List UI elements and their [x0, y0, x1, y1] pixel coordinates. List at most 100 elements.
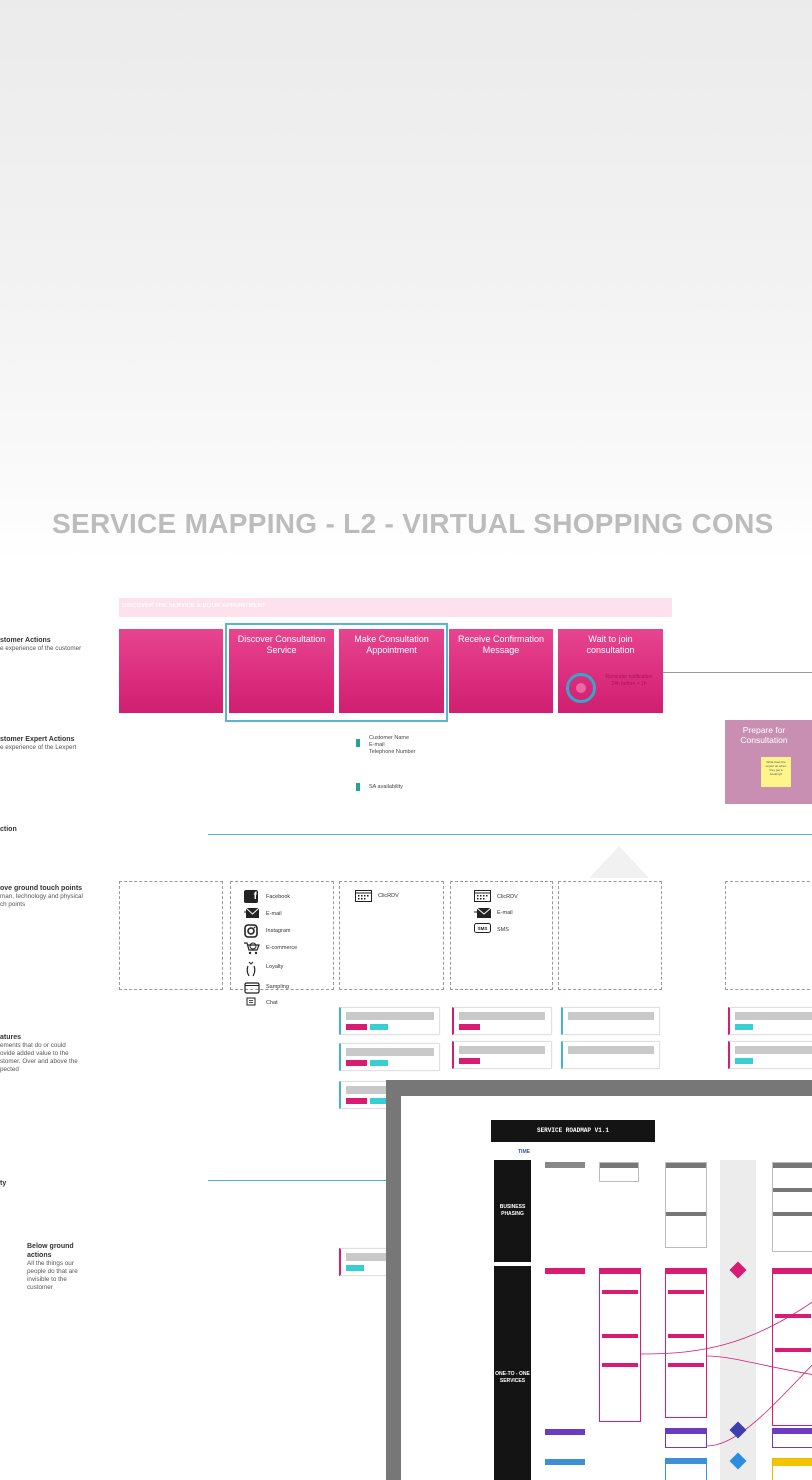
- lane-title: ction: [0, 826, 17, 833]
- feature-card[interactable]: [339, 1007, 440, 1035]
- touchpoint-item[interactable]: SMS SMS: [474, 922, 518, 937]
- feature-card[interactable]: [339, 1248, 389, 1276]
- touchpoint-label: E-mail: [266, 910, 282, 917]
- roadmap-canvas[interactable]: SERVICE ROADMAP V1.1 TIME BUSINESS PHASI…: [401, 1096, 812, 1480]
- lane-touchpoints: ove ground touch points man, technology …: [0, 884, 110, 909]
- lane-below-ground: Below ground actions All the things our …: [27, 1242, 97, 1292]
- svg-text:SMS: SMS: [478, 926, 488, 931]
- lane-title: Below ground actions: [27, 1243, 74, 1259]
- lane-title: stomer Expert Actions: [0, 736, 75, 743]
- touchpoint-label: SMS: [497, 926, 509, 933]
- loyalty-icon: [244, 961, 258, 976]
- touchpoint-label: ClicRDV: [378, 893, 399, 899]
- card-label: Prepare for Consultation: [740, 725, 788, 745]
- roadmap-tag: [545, 1429, 585, 1435]
- feature-card[interactable]: [452, 1041, 552, 1069]
- touchpoint-label: Loyalty: [266, 964, 284, 970]
- lane-title: atures: [0, 1034, 22, 1041]
- expert-action-card[interactable]: Prepare for Consultation What does the e…: [725, 720, 812, 804]
- lane-expert-actions: stomer Expert Actions e experience of th…: [0, 735, 110, 752]
- facebook-icon: f: [244, 890, 258, 903]
- feature-card[interactable]: [452, 1007, 552, 1035]
- touchpoint-label: Sampling: [266, 984, 289, 990]
- lane-title: ove ground touch points: [0, 885, 83, 892]
- roadmap-card[interactable]: [772, 1458, 812, 1480]
- touchpoint-label: ClicRDV: [497, 893, 518, 900]
- touchpoint-item[interactable]: ClicRDV: [474, 889, 518, 904]
- touchpoint-list: ClicRDV E-mail SMS SMS: [474, 889, 518, 937]
- lane-interaction: ction: [0, 825, 110, 834]
- calendar-icon: [355, 889, 373, 903]
- data-item: SA availability: [369, 784, 403, 790]
- sticky-note[interactable]: What does the expert do when they get a …: [761, 757, 791, 787]
- roadmap-tag: [545, 1459, 585, 1465]
- touchpoint-item[interactable]: Chat: [244, 996, 334, 1010]
- touchpoint-item[interactable]: ClicRDV: [355, 889, 399, 903]
- lane-description: e experience of the Lexpert: [0, 744, 77, 751]
- calendar-icon: [474, 890, 492, 903]
- data-icon: [356, 739, 360, 747]
- feature-card[interactable]: [339, 1043, 440, 1071]
- lane-title: ty: [0, 1180, 7, 1187]
- touchpoint-list: f Facebook E-mail Instagram E-commerce L…: [244, 888, 334, 1010]
- lane-description: All the things our people do that are in…: [27, 1260, 78, 1291]
- line-of-interaction: [208, 834, 812, 835]
- touchpoint-item[interactable]: Instagram: [244, 922, 334, 939]
- touchpoint-list: ClicRDV: [355, 889, 399, 903]
- sms-icon: SMS: [474, 923, 492, 936]
- chat-icon: [244, 997, 258, 1010]
- touchpoint-item[interactable]: Sampling: [244, 978, 334, 996]
- decorative-triangle: [589, 846, 649, 878]
- roadmap-card[interactable]: [665, 1458, 707, 1480]
- ecommerce-icon: [244, 941, 260, 955]
- reminder-note: Reminder notification 24h before + 1h: [605, 674, 653, 687]
- touchpoint-item[interactable]: E-mail: [244, 905, 334, 922]
- phase-label: DISCOVER THE SERVICE & BOOK APPOINTMENT: [122, 603, 266, 609]
- lane-description: e experience of the customer: [0, 645, 82, 652]
- roadmap-card[interactable]: [665, 1428, 707, 1448]
- data-item: E-mail: [369, 742, 385, 748]
- instagram-icon: [244, 924, 258, 938]
- refresh-icon: [566, 673, 596, 703]
- roadmap-card[interactable]: [772, 1428, 812, 1448]
- touchpoint-label: E-commerce: [266, 944, 298, 951]
- email-icon: [244, 907, 260, 920]
- sampling-icon: [244, 981, 260, 994]
- feature-card[interactable]: [728, 1007, 812, 1035]
- touchpoint-label: Instagram: [266, 927, 291, 934]
- roadmap-connectors: [640, 1301, 812, 1447]
- customer-action-card[interactable]: Receive Confirmation Message: [449, 629, 553, 713]
- selection-box[interactable]: [225, 623, 448, 722]
- page-title: SERVICE MAPPING - L2 - VIRTUAL SHOPPING …: [52, 508, 774, 539]
- touchpoint-box: [119, 881, 223, 990]
- touchpoint-box: [725, 881, 812, 990]
- feature-card[interactable]: [728, 1041, 812, 1069]
- touchpoint-item[interactable]: E-mail: [474, 904, 518, 922]
- line-of-visibility: [208, 1180, 388, 1181]
- customer-action-card[interactable]: [119, 629, 223, 713]
- touchpoint-label: E-mail: [497, 910, 513, 916]
- email-icon: [474, 907, 492, 920]
- touchpoint-box: [558, 881, 662, 990]
- lane-visibility: ty: [0, 1179, 110, 1188]
- lane-description: ements that do or could ovide added valu…: [0, 1042, 78, 1073]
- card-label: Wait to join consultation: [586, 634, 635, 655]
- feature-card[interactable]: [339, 1081, 389, 1109]
- data-icon: [356, 783, 360, 791]
- data-item: Customer Name: [369, 735, 410, 741]
- touchpoint-item[interactable]: E-commerce: [244, 939, 334, 956]
- touchpoint-label: Facebook: [266, 893, 291, 900]
- touchpoint-item[interactable]: f Facebook: [244, 888, 334, 905]
- timeline-connector: [663, 672, 812, 673]
- touchpoint-label: Chat: [266, 1000, 278, 1006]
- lane-features: atures ements that do or could ovide add…: [0, 1033, 110, 1074]
- data-item: Telephone Number: [369, 749, 416, 755]
- touchpoint-item[interactable]: Loyalty: [244, 956, 334, 978]
- feature-card[interactable]: [561, 1007, 660, 1035]
- feature-card[interactable]: [561, 1041, 660, 1069]
- lane-description: man, technology and physical ch points: [0, 893, 83, 908]
- lane-customer-actions: stomer Actions e experience of the custo…: [0, 636, 110, 653]
- customer-action-card[interactable]: Wait to join consultation Reminder notif…: [558, 629, 663, 713]
- phase-band: DISCOVER THE SERVICE & BOOK APPOINTMENT: [119, 598, 672, 617]
- lane-title: stomer Actions: [0, 637, 51, 644]
